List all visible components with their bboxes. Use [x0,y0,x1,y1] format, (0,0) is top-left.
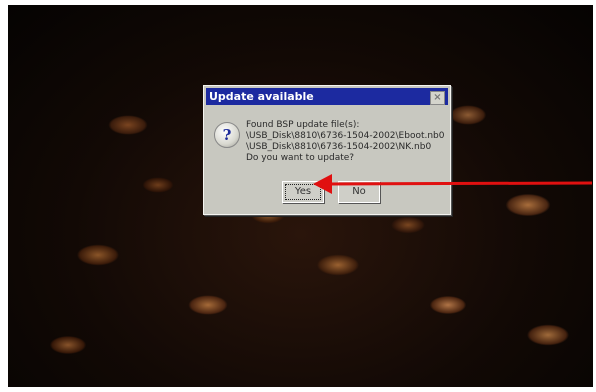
arrow-head-icon [313,174,332,194]
annotation-arrow [313,174,593,194]
arrow-shaft [325,181,593,186]
